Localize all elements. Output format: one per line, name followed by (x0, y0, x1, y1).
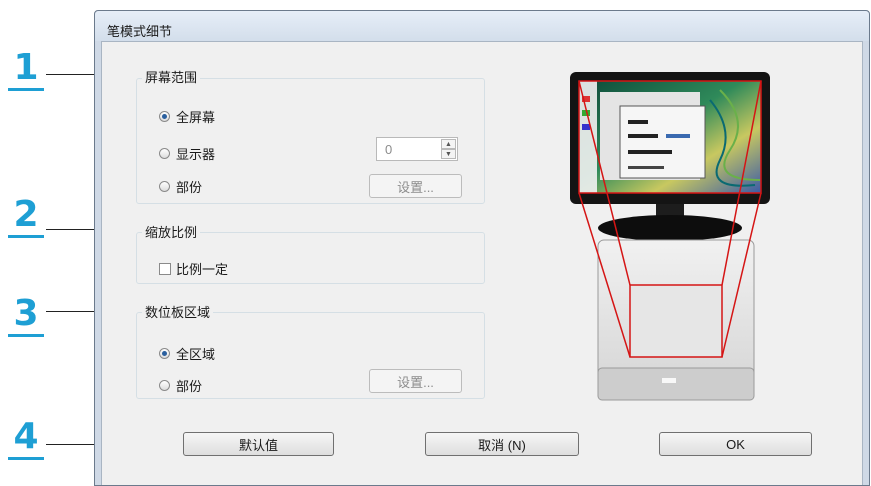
window-title: 笔模式细节 (107, 24, 173, 39)
tablet-area-label: 数位板区域 (142, 302, 214, 321)
title-bar[interactable]: 笔模式细节 (95, 11, 869, 41)
radio-indicator (159, 348, 170, 359)
callout-3: 3 (13, 293, 39, 334)
callout-1-underline (8, 88, 44, 91)
default-button[interactable]: 默认值 (183, 432, 334, 456)
radio-indicator (159, 181, 170, 192)
radio-partial-screen[interactable]: 部份 (159, 177, 202, 196)
screen-area-label: 屏幕范围 (142, 67, 201, 86)
callout-2: 2 (13, 194, 39, 235)
radio-label: 部份 (176, 180, 203, 195)
radio-label: 全屏幕 (176, 110, 216, 125)
proportional-checkbox[interactable]: 比例一定 (159, 259, 228, 278)
checkbox-label: 比例一定 (176, 262, 229, 277)
callout-4: 4 (13, 416, 39, 457)
screen-area-settings-button[interactable]: 设置... (369, 174, 462, 198)
monitor-number-value: 0 (385, 142, 393, 157)
spin-up-icon[interactable]: ▲ (441, 139, 456, 149)
scaling-label: 缩放比例 (142, 222, 201, 241)
callout-3-underline (8, 334, 44, 337)
screen-tablet-mapping-illustration (570, 72, 770, 401)
callout-1: 1 (13, 47, 39, 88)
spin-down-icon[interactable]: ▼ (441, 149, 456, 159)
cancel-button[interactable]: 取消 (N) (425, 432, 579, 456)
callout-2-underline (8, 235, 44, 238)
radio-monitor[interactable]: 显示器 (159, 144, 215, 163)
radio-full-area[interactable]: 全区域 (159, 344, 215, 363)
tablet-area-settings-button[interactable]: 设置... (369, 369, 462, 393)
radio-indicator (159, 380, 170, 391)
radio-indicator (159, 148, 170, 159)
radio-label: 部份 (176, 379, 203, 394)
radio-label: 显示器 (176, 147, 216, 162)
checkbox-indicator (159, 262, 171, 275)
callout-4-underline (8, 457, 44, 460)
monitor-number-spinner[interactable]: 0 ▲ ▼ (376, 137, 458, 161)
radio-label: 全区域 (176, 347, 216, 362)
ok-button[interactable]: OK (659, 432, 812, 456)
radio-indicator (159, 111, 170, 122)
radio-partial-area[interactable]: 部份 (159, 376, 202, 395)
monitor-icon (570, 72, 770, 241)
radio-full-screen[interactable]: 全屏幕 (159, 107, 215, 126)
